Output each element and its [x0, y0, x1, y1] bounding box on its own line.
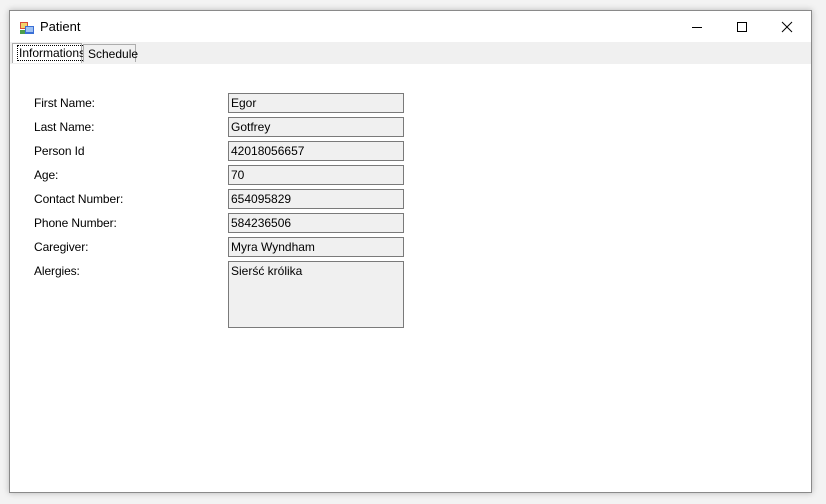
tab-informations-label: Informations — [17, 45, 88, 61]
tab-schedule[interactable]: Schedule — [83, 44, 139, 62]
contact-number-label: Contact Number: — [34, 192, 124, 206]
tab-schedule-label: Schedule — [88, 47, 139, 61]
last-name-label: Last Name: — [34, 120, 95, 134]
phone-number-field[interactable]: 584236506 — [228, 213, 404, 233]
person-id-field[interactable]: 42018056657 — [228, 141, 404, 161]
first-name-label: First Name: — [34, 96, 95, 110]
patient-window: Patient Informations Schedule First Name… — [9, 10, 812, 493]
first-name-field[interactable]: Egor — [228, 93, 404, 113]
minimize-button[interactable] — [675, 11, 719, 42]
tab-informations[interactable]: Informations — [12, 43, 88, 63]
phone-number-label: Phone Number: — [34, 216, 117, 230]
minimize-icon — [692, 26, 702, 28]
allergies-label: Alergies: — [34, 264, 80, 278]
maximize-button[interactable] — [720, 11, 764, 42]
person-id-label: Person Id — [34, 144, 85, 158]
caregiver-field[interactable]: Myra Wyndham — [228, 237, 404, 257]
close-icon — [781, 21, 793, 32]
close-button[interactable] — [765, 11, 809, 42]
desktop-background: Patient Informations Schedule First Name… — [0, 0, 826, 504]
window-title: Patient — [40, 19, 81, 34]
tab-strip: Informations Schedule — [10, 42, 811, 65]
informations-panel: First Name: Egor Last Name: Gotfrey Pers… — [10, 64, 811, 492]
age-label: Age: — [34, 168, 59, 182]
title-bar[interactable]: Patient — [10, 11, 811, 42]
last-name-field[interactable]: Gotfrey — [228, 117, 404, 137]
maximize-icon — [737, 21, 747, 32]
allergies-field[interactable]: Sierść królika — [228, 261, 404, 328]
patient-app-icon — [20, 22, 34, 34]
caregiver-label: Caregiver: — [34, 240, 89, 254]
contact-number-field[interactable]: 654095829 — [228, 189, 404, 209]
age-field[interactable]: 70 — [228, 165, 404, 185]
